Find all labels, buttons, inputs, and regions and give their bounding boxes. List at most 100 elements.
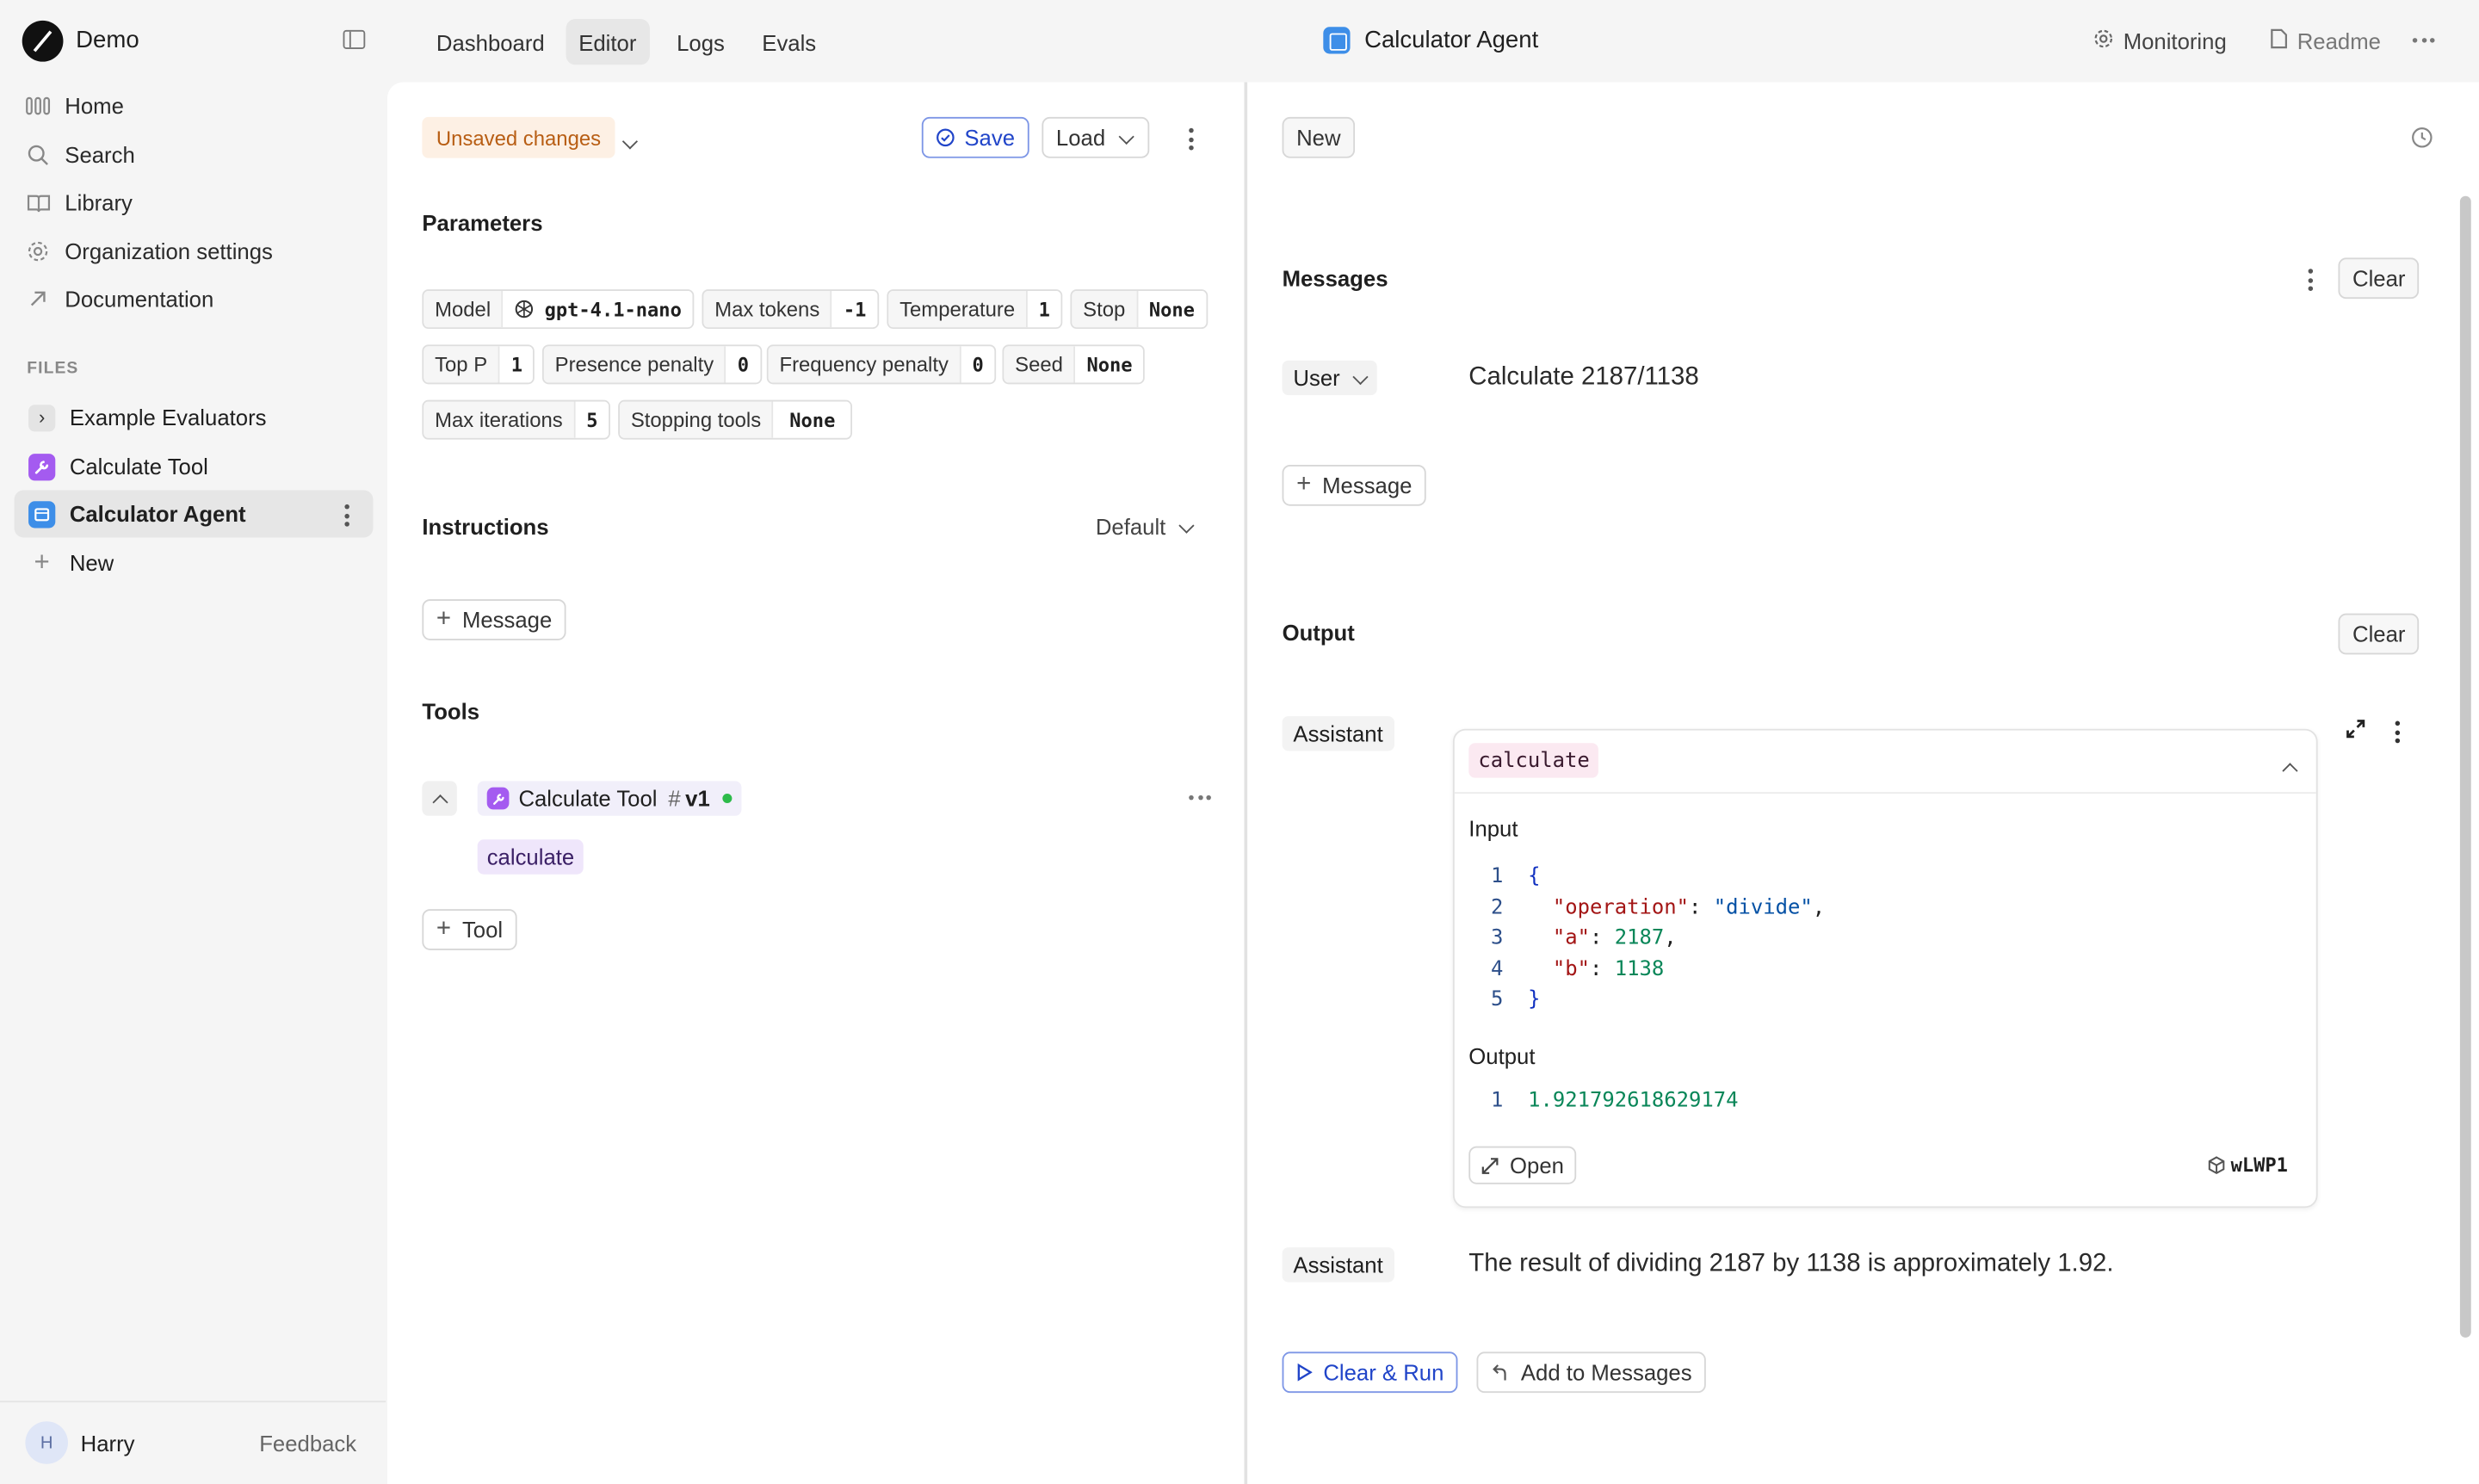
workspace-name[interactable]: Demo	[76, 27, 139, 53]
deployed-status-icon	[722, 794, 733, 804]
param-key: Frequency penalty	[768, 346, 960, 383]
avatar[interactable]: H	[25, 1421, 68, 1464]
readme-label: Readme	[2297, 28, 2381, 54]
param-key: Model	[423, 290, 503, 328]
param-key: Temperature	[888, 290, 1026, 328]
sidebar-toggle-icon[interactable]	[343, 29, 366, 49]
param-max-tokens[interactable]: Max tokens -1	[702, 289, 880, 330]
more-options-icon[interactable]	[344, 504, 349, 527]
user-name[interactable]: Harry	[81, 1431, 135, 1456]
save-button[interactable]: Save	[921, 116, 1029, 158]
output-label: Output	[1468, 1043, 1536, 1069]
code-line: 3 "a": 2187,	[1491, 926, 1677, 951]
trace-id: wLWP1	[2207, 1154, 2288, 1177]
search-icon	[25, 142, 50, 167]
monitoring-label: Monitoring	[2123, 28, 2227, 54]
feedback-link[interactable]: Feedback	[259, 1431, 356, 1456]
add-tool-button[interactable]: + Tool	[422, 909, 517, 950]
clear-output-button[interactable]: Clear	[2338, 613, 2420, 655]
add-instruction-message-button[interactable]: + Message	[422, 599, 566, 640]
add-tool-label: Tool	[461, 917, 504, 943]
open-log-button[interactable]: Open	[1468, 1146, 1577, 1184]
home-icon	[25, 93, 51, 118]
add-message-button[interactable]: + Message	[1282, 464, 1426, 506]
sidebar-item-documentation[interactable]: Documentation	[25, 280, 213, 318]
file-item-calculate-tool[interactable]: Calculate Tool	[15, 442, 374, 490]
clear-and-run-button[interactable]: Clear & Run	[1282, 1351, 1458, 1394]
param-top-p[interactable]: Top P 1	[422, 344, 535, 385]
param-stopping-tools[interactable]: Stopping tools None	[618, 399, 853, 440]
tools-title: Tools	[422, 698, 480, 725]
version-dropdown-chevron-down-icon[interactable]	[621, 127, 639, 155]
user-message-text[interactable]: Calculate 2187/1138	[1468, 363, 1698, 392]
more-options-icon[interactable]	[2412, 38, 2435, 43]
tab-evals[interactable]: Evals	[750, 19, 829, 65]
tool-reference[interactable]: Calculate Tool # v1	[477, 781, 742, 816]
monitoring-button[interactable]: Monitoring	[2093, 28, 2227, 53]
card-divider	[1454, 792, 2316, 795]
param-presence-penalty[interactable]: Presence penalty 0	[541, 344, 762, 385]
expand-icon[interactable]	[2345, 718, 2367, 748]
role-label-assistant: Assistant	[1282, 1247, 1394, 1283]
template-select-label: Default	[1095, 513, 1166, 540]
cube-icon	[2207, 1156, 2226, 1175]
instructions-title: Instructions	[422, 513, 549, 540]
logo-icon[interactable]	[22, 20, 64, 62]
clear-messages-button[interactable]: Clear	[2338, 257, 2420, 300]
sidebar-item-library[interactable]: Library	[25, 183, 133, 221]
file-item-label: New	[69, 550, 114, 576]
chevron-up-icon	[431, 794, 448, 810]
plus-icon: +	[436, 915, 452, 943]
chevron-down-icon	[1118, 121, 1135, 146]
param-temperature[interactable]: Temperature 1	[887, 289, 1063, 330]
plus-icon: +	[436, 605, 452, 633]
file-item-calculator-agent[interactable]: Calculator Agent	[14, 490, 374, 538]
tab-logs[interactable]: Logs	[664, 19, 737, 65]
new-run-button[interactable]: New	[1282, 116, 1356, 158]
sidebar-item-organization-settings[interactable]: Organization settings	[25, 232, 273, 270]
tool-function-tag: calculate	[477, 839, 584, 875]
instructions-template-select[interactable]: Default	[1095, 513, 1196, 540]
add-to-messages-button[interactable]: Add to Messages	[1476, 1351, 1707, 1394]
output-title: Output	[1282, 619, 1355, 646]
collapse-card-chevron-up-icon[interactable]	[2282, 756, 2298, 784]
tab-editor[interactable]: Editor	[566, 19, 650, 65]
tool-more-options-icon[interactable]	[1189, 795, 1211, 801]
param-stop[interactable]: Stop None	[1070, 289, 1208, 330]
param-key: Max tokens	[703, 290, 831, 328]
readme-button[interactable]: Readme	[2271, 28, 2381, 53]
messages-more-options-icon[interactable]	[2308, 269, 2314, 291]
gear-icon	[25, 238, 50, 263]
tool-call-name-text: calculate	[1478, 748, 1590, 773]
file-item-label: Calculate Tool	[69, 454, 208, 479]
chevron-right-icon[interactable]: ›	[28, 404, 56, 431]
wrench-icon	[28, 453, 56, 480]
param-model[interactable]: Model gpt-4.1-nano	[422, 289, 695, 330]
scrollbar[interactable]	[2459, 195, 2471, 1338]
file-item-new[interactable]: + New	[15, 539, 374, 586]
save-label: Save	[964, 125, 1016, 151]
input-label: Input	[1468, 815, 1518, 842]
arrow-up-left-icon	[1491, 1363, 1508, 1382]
file-item-example-evaluators[interactable]: › Example Evaluators	[15, 393, 374, 441]
unsaved-changes-badge: Unsaved changes	[422, 116, 615, 158]
plus-icon: +	[1296, 471, 1312, 498]
role-select-user[interactable]: User	[1282, 360, 1376, 396]
param-value: None	[1136, 290, 1206, 328]
tab-dashboard[interactable]: Dashboard	[423, 19, 557, 65]
param-max-iterations[interactable]: Max iterations 5	[422, 399, 611, 440]
output-more-options-icon[interactable]	[2395, 720, 2401, 744]
param-frequency-penalty[interactable]: Frequency penalty 0	[766, 344, 997, 385]
editor-more-options-icon[interactable]	[1189, 127, 1194, 151]
load-button[interactable]: Load	[1042, 116, 1150, 158]
sidebar-item-home[interactable]: Home	[25, 87, 124, 125]
agent-icon	[28, 500, 56, 528]
tool-collapse-button[interactable]	[422, 781, 457, 816]
param-value: 0	[725, 346, 760, 383]
code-line: 5 }	[1491, 988, 1541, 1013]
param-key: Top P	[423, 346, 499, 383]
history-icon[interactable]	[2411, 127, 2433, 157]
sidebar-item-search[interactable]: Search	[25, 136, 135, 174]
param-seed[interactable]: Seed None	[1002, 344, 1146, 385]
role-label-assistant: Assistant	[1282, 716, 1394, 751]
